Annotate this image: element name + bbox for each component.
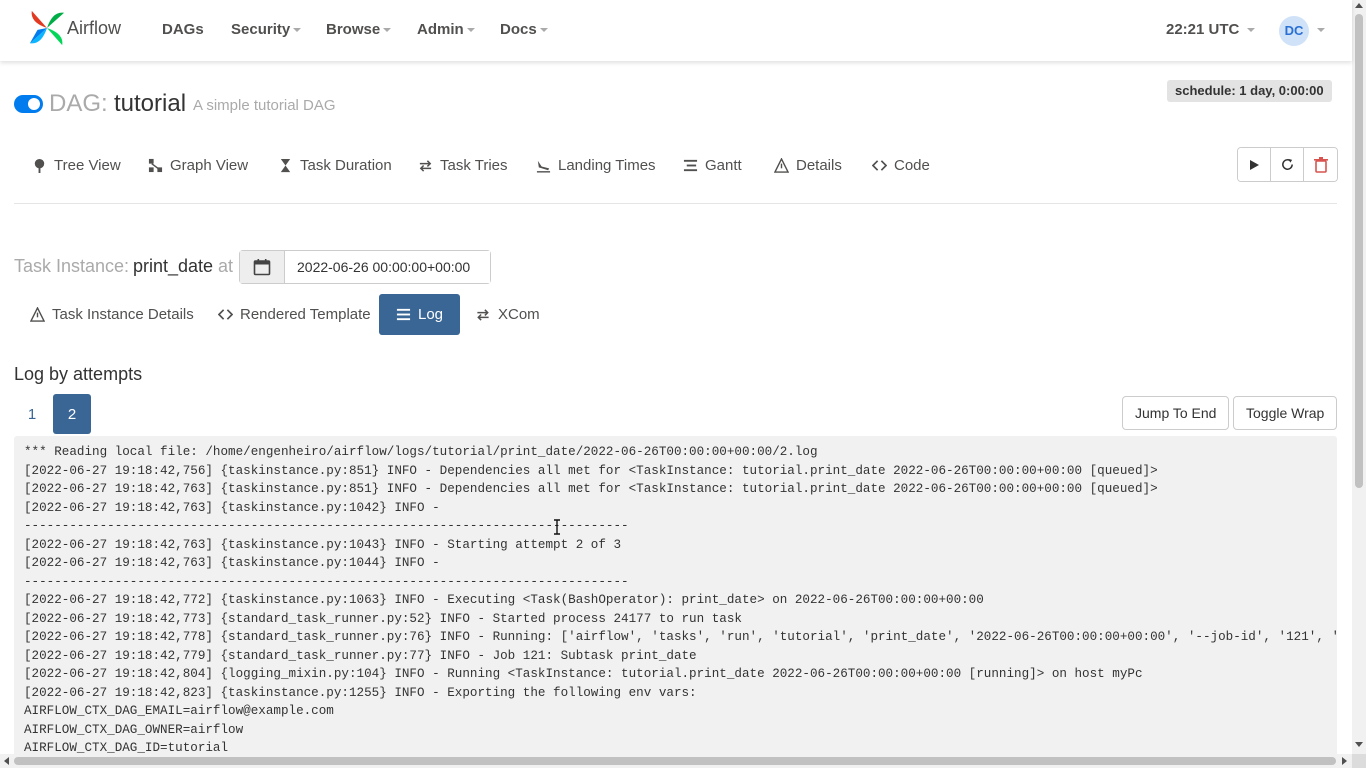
dag-action-buttons [1237,147,1338,182]
at-label: at [218,256,234,276]
toggle-wrap-button[interactable]: Toggle Wrap [1233,396,1338,430]
tab-task-instance-details[interactable]: Task Instance Details [30,306,194,323]
nav-admin[interactable]: Admin [417,21,475,38]
caret-down-icon [466,28,475,33]
dag-prefix: DAG: [49,90,108,117]
scroll-right-icon[interactable] [1342,757,1347,765]
caret-down-icon[interactable] [1317,28,1325,32]
tab-label: Task Instance Details [52,306,194,323]
tab-label: XCom [498,306,540,323]
nav-security-label: Security [231,21,291,38]
execution-date-input[interactable] [285,251,490,283]
calendar-button[interactable] [240,251,285,283]
caret-down-icon [1247,28,1256,33]
dag-description: A simple tutorial DAG [193,97,336,114]
scroll-left-icon[interactable] [4,757,9,765]
caret-down-icon [383,28,392,33]
calendar-icon [253,259,271,276]
dag-name: tutorial [114,90,187,117]
tab-label: Graph View [170,157,249,174]
top-navbar: Airflow DAGs Security Browse Admin Docs … [0,0,1352,61]
scrollbar-corner [1352,754,1366,768]
log-title: Log by attempts [14,364,143,384]
trash-icon [1313,156,1328,173]
tab-xcom[interactable]: XCom [475,306,540,323]
nav-admin-label: Admin [417,21,464,38]
attempt-tab-2[interactable]: 2 [53,394,91,434]
nav-docs[interactable]: Docs [500,21,548,38]
log-content: *** Reading local file: /home/engenheiro… [24,445,1337,754]
task-instance-label: Task Instance: [14,256,130,276]
list-lines-icon [396,308,411,321]
tab-label: Task Tries [440,157,508,174]
attempt-tab-1[interactable]: 1 [13,394,51,434]
tab-label: Rendered Template [240,306,371,323]
delete-dag-button[interactable] [1304,148,1337,181]
tab-code[interactable]: Code [872,157,930,174]
tab-graph-view[interactable]: Graph View [148,157,248,174]
nav-browse[interactable]: Browse [326,21,392,38]
utc-clock[interactable]: 22:21 UTC [1166,21,1256,38]
vertical-scrollbar[interactable] [1352,0,1366,754]
nav-dags[interactable]: DAGs [162,21,204,38]
scrollbar-thumb[interactable] [14,757,1336,765]
tab-landing-times[interactable]: Landing Times [536,157,656,174]
nav-browse-label: Browse [326,21,381,38]
jump-to-end-button[interactable]: Jump To End [1122,396,1230,430]
tab-label: Details [796,157,842,174]
graph-icon [148,158,163,173]
logo-text[interactable]: Airflow [67,18,121,39]
tab-tree-view[interactable]: Tree View [32,157,121,174]
hourglass-icon [280,158,291,173]
tab-log[interactable]: Log [379,294,461,335]
tab-label: Log [418,306,444,323]
schedule-badge: schedule: 1 day, 0:00:00 [1167,80,1332,102]
tab-label: Gantt [705,157,742,174]
tab-details[interactable]: Details [774,157,842,174]
play-icon [1250,159,1259,170]
scrollbar-thumb[interactable] [1355,14,1363,488]
tab-label: Tree View [54,157,121,174]
scroll-down-icon[interactable] [1355,742,1363,747]
warning-triangle-icon [774,158,789,173]
tab-label: Landing Times [558,157,656,174]
execution-date-picker [239,250,491,284]
code-icon [872,160,887,171]
tab-label: Code [894,157,930,174]
divider [14,203,1337,204]
refresh-icon [1281,158,1293,170]
warning-triangle-icon [30,307,45,322]
tab-gantt[interactable]: Gantt [683,157,742,174]
scroll-up-icon[interactable] [1355,3,1363,8]
user-avatar[interactable]: DC [1279,16,1309,46]
task-instance-name: print_date [133,256,214,276]
tab-task-tries[interactable]: Task Tries [418,157,508,174]
tree-icon [34,158,45,173]
caret-down-icon [293,28,302,33]
tab-task-duration[interactable]: Task Duration [278,157,392,174]
tab-label: Task Duration [300,157,392,174]
code-icon [218,309,233,320]
nav-security[interactable]: Security [231,21,302,38]
gantt-icon [683,159,698,172]
log-panel[interactable]: *** Reading local file: /home/engenheiro… [14,436,1337,754]
tab-rendered-template[interactable]: Rendered Template [218,306,371,323]
caret-down-icon [539,28,548,33]
nav-dags-label: DAGs [162,21,204,38]
airflow-logo-icon[interactable] [28,9,66,47]
exchange-arrows-icon [477,309,489,321]
dag-pause-toggle[interactable] [14,95,43,113]
refresh-dag-button[interactable] [1271,148,1304,181]
clock-label: 22:21 UTC [1166,21,1240,38]
plane-landing-icon [536,160,551,173]
trigger-dag-button[interactable] [1238,148,1271,181]
text-cursor-icon [554,519,560,535]
horizontal-scrollbar[interactable] [0,754,1352,768]
nav-docs-label: Docs [500,21,537,38]
retry-arrows-icon [419,160,432,172]
